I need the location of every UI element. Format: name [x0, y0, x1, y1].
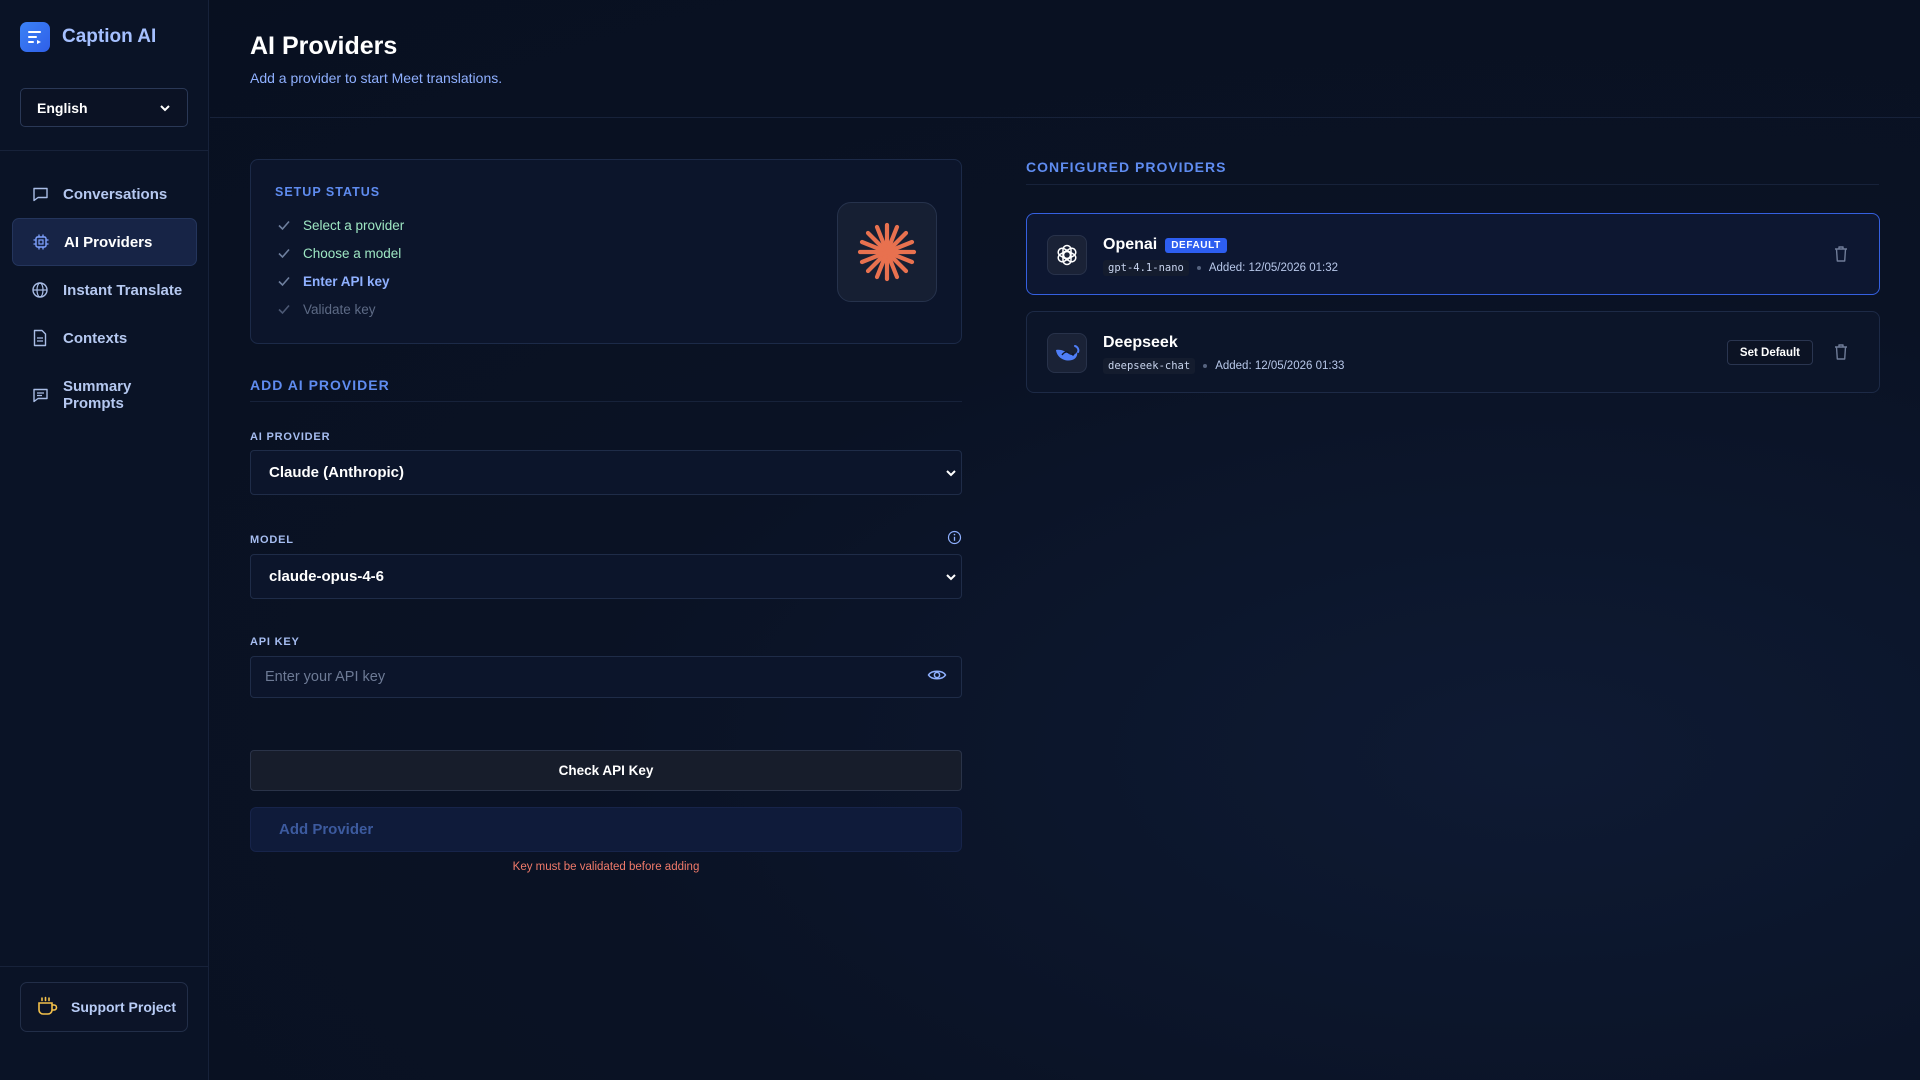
- set-default-button[interactable]: Set Default: [1726, 340, 1813, 365]
- sidebar-item-label: Contexts: [63, 329, 128, 347]
- added-date: Added: 12/05/2026 01:32: [1208, 262, 1339, 274]
- sidebar-item-label: Conversations: [63, 185, 168, 203]
- api-key-field: [250, 656, 962, 698]
- setup-step: Validate key: [277, 295, 404, 323]
- sidebar-item-label-line1: Summary: [63, 378, 132, 395]
- setup-step: Enter API key: [277, 267, 404, 295]
- brand[interactable]: Caption AI: [20, 22, 156, 52]
- model-value: claude-opus-4-6: [269, 568, 385, 585]
- add-provider-button[interactable]: Add Provider: [250, 807, 962, 852]
- provider-name-text: Openai: [1103, 236, 1158, 253]
- sidebar-item-ai-providers[interactable]: AI Providers: [12, 218, 197, 266]
- provider-name: Openai DEFAULT: [1103, 236, 1227, 254]
- ai-provider-value: Claude (Anthropic): [269, 464, 404, 481]
- model-label: MODEL: [250, 534, 294, 546]
- configured-providers-title: CONFIGURED PROVIDERS: [1026, 159, 1227, 175]
- check-icon: [277, 302, 291, 316]
- setup-step-label: Validate key: [303, 301, 376, 317]
- sidebar-item-label: AI Providers: [64, 233, 153, 251]
- separator-dot: [1203, 364, 1208, 368]
- setup-step: Choose a model: [277, 239, 404, 267]
- globe-icon: [31, 281, 49, 299]
- app-name: Caption AI: [62, 26, 157, 47]
- model-select[interactable]: claude-opus-4-6: [250, 554, 962, 599]
- model-chip: deepseek-chat: [1103, 358, 1196, 374]
- sidebar-item-contexts[interactable]: Contexts: [12, 314, 197, 362]
- chat-bubble-icon: [31, 185, 49, 203]
- provider-meta: deepseek-chat Added: 12/05/2026 01:33: [1103, 358, 1344, 374]
- sidebar-item-label: Summary Prompts: [63, 378, 131, 412]
- cpu-chip-icon: [32, 233, 50, 251]
- sidebar-item-instant-translate[interactable]: Instant Translate: [12, 266, 197, 314]
- info-icon[interactable]: [947, 530, 962, 550]
- check-icon: [277, 218, 291, 232]
- added-date: Added: 12/05/2026 01:33: [1215, 360, 1345, 372]
- section-divider: [250, 401, 962, 402]
- sidebar-nav: Conversations AI Providers Instant Trans…: [12, 170, 197, 428]
- setup-step-label: Enter API key: [303, 273, 390, 289]
- provider-card-deepseek[interactable]: Deepseek deepseek-chat Added: 12/05/2026…: [1026, 311, 1880, 393]
- message-lines-icon: [31, 386, 49, 404]
- validation-hint: Key must be validated before adding: [512, 861, 700, 873]
- check-api-key-button[interactable]: Check API Key: [250, 750, 962, 791]
- chevron-down-icon: [160, 104, 170, 111]
- selected-provider-badge: [837, 202, 937, 302]
- sidebar-item-conversations[interactable]: Conversations: [12, 170, 197, 218]
- language-value: English: [37, 99, 88, 116]
- page-subtitle: Add a provider to start Meet translation…: [250, 70, 503, 86]
- setup-step: Select a provider: [277, 211, 404, 239]
- sidebar-item-label-line2: Prompts: [63, 395, 124, 412]
- app-logo-icon: [20, 22, 50, 52]
- document-icon: [31, 329, 49, 347]
- setup-status-title: SETUP STATUS: [275, 185, 381, 199]
- trash-icon[interactable]: [1833, 245, 1849, 268]
- add-provider-title: ADD AI PROVIDER: [250, 377, 390, 393]
- sidebar-divider: [0, 150, 209, 151]
- page-title: AI Providers: [250, 32, 398, 60]
- ai-provider-label: AI PROVIDER: [250, 431, 331, 443]
- sidebar: Caption AI English Conversations AI Prov…: [0, 0, 209, 1080]
- check-icon: [277, 274, 291, 288]
- ai-provider-select[interactable]: Claude (Anthropic): [250, 450, 962, 495]
- eye-icon[interactable]: [927, 668, 947, 687]
- chevron-down-icon: [946, 573, 956, 580]
- openai-logo-icon: [1047, 235, 1087, 275]
- setup-steps: Select a provider Choose a model Enter A…: [277, 211, 404, 323]
- language-select[interactable]: English: [20, 88, 188, 127]
- setup-step-label: Select a provider: [303, 217, 405, 233]
- coffee-cup-icon: [37, 996, 59, 1019]
- model-chip: gpt-4.1-nano: [1103, 260, 1189, 276]
- provider-card-openai[interactable]: Openai DEFAULT gpt-4.1-nano Added: 12/05…: [1026, 213, 1880, 295]
- provider-meta: gpt-4.1-nano Added: 12/05/2026 01:32: [1103, 260, 1338, 276]
- section-divider: [1026, 184, 1879, 185]
- setup-step-label: Choose a model: [303, 245, 402, 261]
- claude-starburst-icon: [857, 222, 917, 282]
- support-project-button[interactable]: Support Project: [20, 982, 188, 1032]
- page-header: AI Providers Add a provider to start Mee…: [210, 0, 1920, 118]
- provider-name: Deepseek: [1103, 334, 1178, 352]
- api-key-input[interactable]: [265, 669, 865, 685]
- api-key-label: API KEY: [250, 636, 300, 648]
- default-badge: DEFAULT: [1165, 237, 1227, 253]
- trash-icon[interactable]: [1833, 343, 1849, 366]
- deepseek-whale-icon: [1047, 333, 1087, 373]
- separator-dot: [1196, 266, 1201, 270]
- sidebar-item-label: Instant Translate: [63, 281, 183, 299]
- chevron-down-icon: [946, 469, 956, 476]
- support-label: Support Project: [71, 999, 177, 1015]
- setup-status-card: SETUP STATUS Select a provider Choose a …: [250, 159, 962, 344]
- provider-name-text: Deepseek: [1103, 334, 1178, 351]
- sidebar-divider: [0, 966, 209, 967]
- check-icon: [277, 246, 291, 260]
- sidebar-item-summary-prompts[interactable]: Summary Prompts: [12, 362, 197, 428]
